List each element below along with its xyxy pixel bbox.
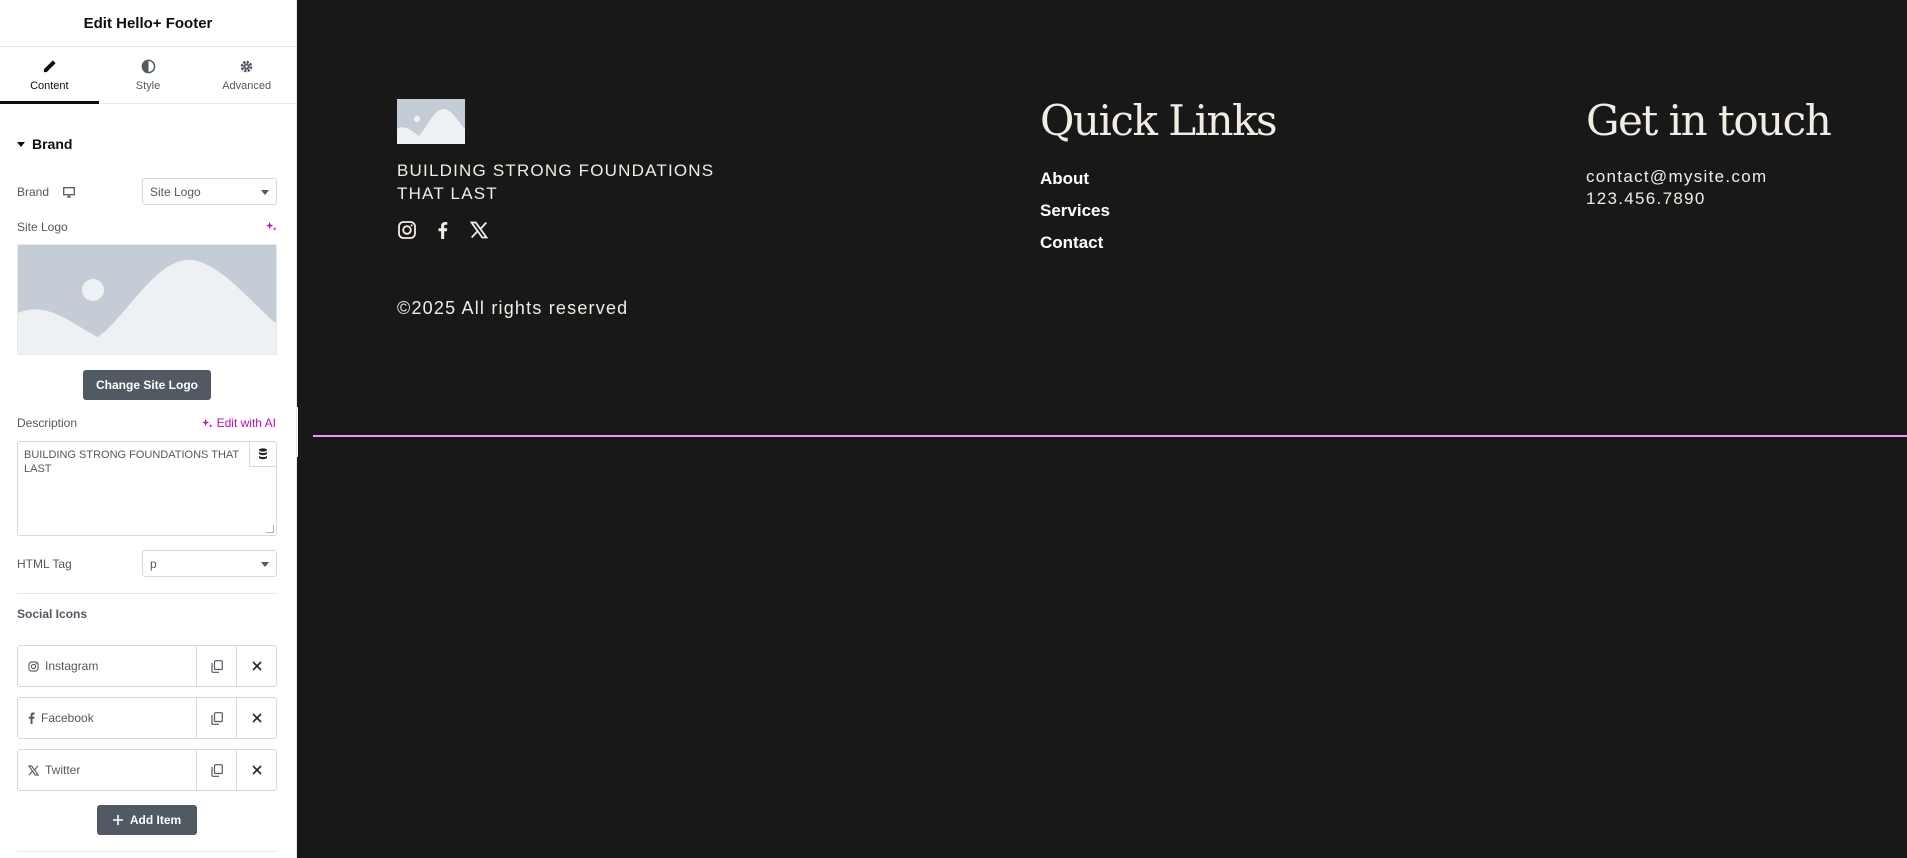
desktop-icon[interactable] [63,186,75,198]
footer-link-services[interactable]: Services [1040,201,1110,221]
copy-icon [210,659,223,673]
tab-advanced-label: Advanced [222,79,272,92]
tab-style-label: Style [135,79,161,92]
pencil-icon [43,59,56,72]
html-tag-label: HTML Tag [17,557,72,571]
image-placeholder-icon [397,99,465,144]
remove-button[interactable] [236,698,276,738]
remove-button[interactable] [236,646,276,686]
edit-with-ai-label: Edit with AI [216,416,276,430]
database-icon [259,448,267,460]
brand-select-value: Site Logo [150,185,201,199]
close-icon [251,661,262,671]
panel-tabs: Content Style Advanced [0,47,296,104]
site-logo-preview[interactable] [17,244,277,355]
duplicate-button[interactable] [196,698,236,738]
editor-panel: Edit Hello+ Footer Content Style Advance… [0,0,297,858]
footer-link-contact[interactable]: Contact [1040,233,1103,253]
description-label: Description [17,416,78,430]
dynamic-tags-button[interactable] [249,442,276,467]
brand-select[interactable]: Site Logo [142,178,277,205]
plus-icon [112,815,123,825]
change-site-logo-button[interactable]: Change Site Logo [83,370,211,400]
ai-sparkle-icon[interactable] [266,221,277,232]
resize-handle[interactable] [266,525,274,533]
facebook-icon [28,712,35,724]
tab-advanced[interactable]: Advanced [197,47,296,103]
social-item-label: Instagram [45,659,99,673]
select-arrow-icon [261,562,269,567]
footer-email[interactable]: contact@mysite.com [1586,167,1767,187]
tab-content-label: Content [30,79,69,92]
tagline-line-2: THAT LAST [397,184,498,203]
divider [17,851,277,852]
remove-button[interactable] [236,750,276,790]
duplicate-button[interactable] [196,646,236,686]
half-circle-icon [141,59,155,73]
footer-site-logo[interactable] [397,99,465,144]
social-item-twitter[interactable]: Twitter [17,749,277,791]
section-brand-label: Brand [32,136,73,152]
facebook-icon[interactable] [433,220,453,240]
brand-field-label: Brand [17,185,75,199]
close-icon [251,765,262,775]
divider [17,593,277,594]
footer-phone[interactable]: 123.456.7890 [1586,189,1706,209]
image-placeholder-icon [18,245,276,354]
add-item-label: Add Item [129,813,182,827]
footer-social-icons [397,220,489,240]
gear-icon [240,60,253,72]
x-twitter-icon [28,764,39,776]
copy-icon [210,763,223,777]
description-value: BUILDING STRONG FOUNDATIONS THAT LAST [24,449,239,475]
description-textarea[interactable]: BUILDING STRONG FOUNDATIONS THAT LAST [17,441,277,536]
panel-title: Edit Hello+ Footer [0,0,296,47]
social-item-title[interactable]: Facebook [18,698,196,738]
footer-link-about[interactable]: About [1040,169,1089,189]
social-item-title[interactable]: Twitter [18,750,196,790]
tagline-line-1: BUILDING STRONG FOUNDATIONS [397,161,715,180]
duplicate-button[interactable] [196,750,236,790]
social-item-facebook[interactable]: Facebook [17,697,277,739]
html-tag-value: p [150,557,157,571]
footer-tagline: BUILDING STRONG FOUNDATIONS THAT LAST [397,159,717,205]
social-icons-title: Social Icons [17,607,88,621]
close-icon [251,713,262,723]
add-item-button[interactable]: Add Item [97,805,197,835]
tab-style[interactable]: Style [99,47,198,103]
section-guide-line [313,435,1907,437]
social-item-label: Facebook [41,711,94,725]
copy-icon [210,711,223,725]
social-item-title[interactable]: Instagram [18,646,196,686]
quick-links-heading: Quick Links [1040,96,1278,145]
section-brand-toggle[interactable]: Brand [17,136,72,152]
select-arrow-icon [261,190,269,195]
get-in-touch-heading: Get in touch [1586,96,1832,145]
tab-content[interactable]: Content [0,47,99,104]
brand-label-text: Brand [17,185,50,199]
edit-with-ai-link[interactable]: Edit with AI [201,416,276,430]
footer-copyright: ©2025 All rights reserved [397,298,629,318]
x-twitter-icon[interactable] [469,220,489,240]
caret-down-icon [17,141,25,147]
social-item-instagram[interactable]: Instagram [17,645,277,687]
html-tag-select[interactable]: p [142,550,277,577]
instagram-icon [28,660,39,672]
site-logo-label: Site Logo [17,220,68,234]
ai-sparkle-icon [201,418,213,428]
instagram-icon[interactable] [397,220,417,240]
social-item-label: Twitter [45,763,81,777]
